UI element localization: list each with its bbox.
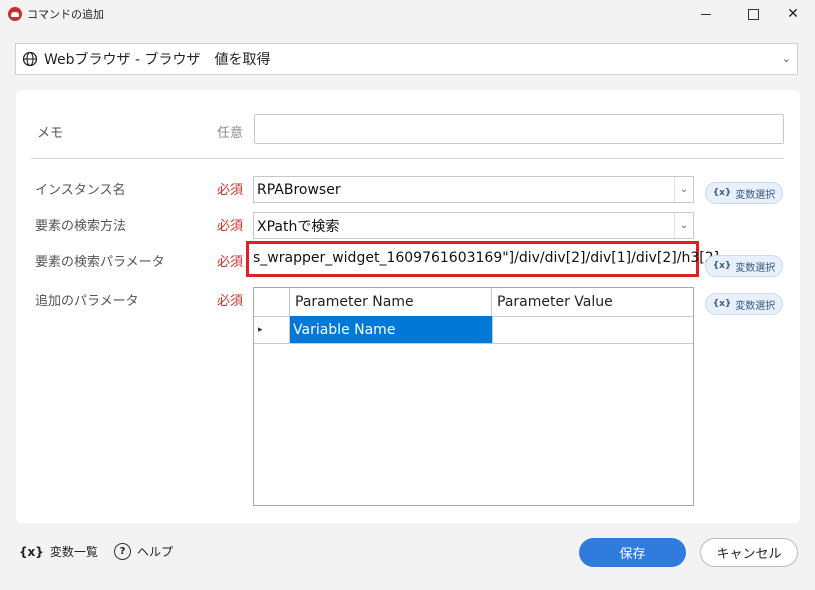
variable-select-button[interactable]: {x} 変数選択: [705, 182, 783, 204]
instance-value: RPABrowser: [257, 181, 341, 198]
required-marker: 必須: [217, 183, 244, 198]
required-marker: 必須: [217, 294, 244, 309]
variable-list-label: 変数一覧: [49, 545, 98, 559]
grid-corner: [254, 288, 290, 316]
globe-icon: [22, 51, 38, 67]
title-bar: コマンドの追加 ✕: [0, 0, 815, 28]
search-param-value: s_wrapper_widget_1609761603169"]/div/div…: [253, 250, 720, 266]
variable-icon: {x}: [712, 299, 732, 309]
window-title: コマンドの追加: [27, 8, 104, 21]
parameter-name-cell[interactable]: Variable Name: [290, 316, 492, 343]
memo-label: メモ: [37, 126, 64, 141]
variable-icon: {x}: [712, 188, 732, 198]
variable-list-link[interactable]: {x} 変数一覧: [19, 543, 98, 560]
variable-select-label: 変数選択: [735, 262, 776, 274]
parameter-value-cell[interactable]: [492, 316, 694, 343]
command-name: Webブラウザ - ブラウザ 値を取得: [44, 52, 271, 68]
table-row[interactable]: ▸ Variable Name: [254, 316, 693, 344]
column-header-value[interactable]: Parameter Value: [492, 288, 693, 316]
save-button[interactable]: 保存: [579, 538, 686, 567]
chevron-down-icon: ⌄: [674, 177, 693, 202]
help-label: ヘルプ: [137, 545, 174, 559]
maximize-icon: [747, 8, 759, 20]
search-method-value: XPathで検索: [257, 218, 340, 235]
minimize-icon: [701, 13, 711, 15]
search-param-input[interactable]: s_wrapper_widget_1609761603169"]/div/div…: [246, 241, 719, 277]
help-icon: ?: [114, 543, 131, 560]
chevron-down-icon: ⌄: [674, 213, 693, 238]
close-icon: ✕: [787, 6, 799, 22]
memo-input[interactable]: [254, 114, 784, 144]
close-button[interactable]: ✕: [770, 0, 815, 28]
search-method-select[interactable]: XPathで検索 ⌄: [253, 212, 694, 239]
variable-icon: {x}: [712, 261, 732, 271]
search-method-label: 要素の検索方法: [35, 219, 127, 234]
optional-marker: 任意: [217, 126, 244, 141]
required-marker: 必須: [217, 255, 244, 270]
chevron-down-icon: ⌄: [781, 52, 791, 65]
grid-header: Parameter Name Parameter Value: [254, 288, 693, 317]
search-param-label: 要素の検索パラメータ: [35, 255, 165, 270]
instance-label: インスタンス名: [35, 183, 126, 198]
required-marker: 必須: [217, 219, 244, 234]
extra-params-label: 追加のパラメータ: [35, 294, 139, 309]
app-logo-icon: [8, 7, 22, 21]
help-link[interactable]: ? ヘルプ: [114, 543, 173, 560]
row-indicator-icon: ▸: [254, 316, 290, 343]
instance-select[interactable]: RPABrowser ⌄: [253, 176, 694, 203]
parameter-grid[interactable]: Parameter Name Parameter Value ▸ Variabl…: [253, 287, 694, 506]
variable-select-label: 変数選択: [735, 300, 776, 312]
variable-icon: {x}: [19, 544, 44, 559]
variable-select-label: 変数選択: [735, 189, 776, 201]
section-divider: [31, 158, 784, 159]
variable-select-button[interactable]: {x} 変数選択: [705, 293, 783, 315]
command-select[interactable]: Webブラウザ - ブラウザ 値を取得 ⌄: [15, 43, 798, 75]
cancel-button[interactable]: キャンセル: [700, 538, 798, 567]
minimize-button[interactable]: [683, 0, 729, 28]
column-header-name[interactable]: Parameter Name: [290, 288, 492, 316]
variable-select-button[interactable]: {x} 変数選択: [705, 255, 783, 277]
